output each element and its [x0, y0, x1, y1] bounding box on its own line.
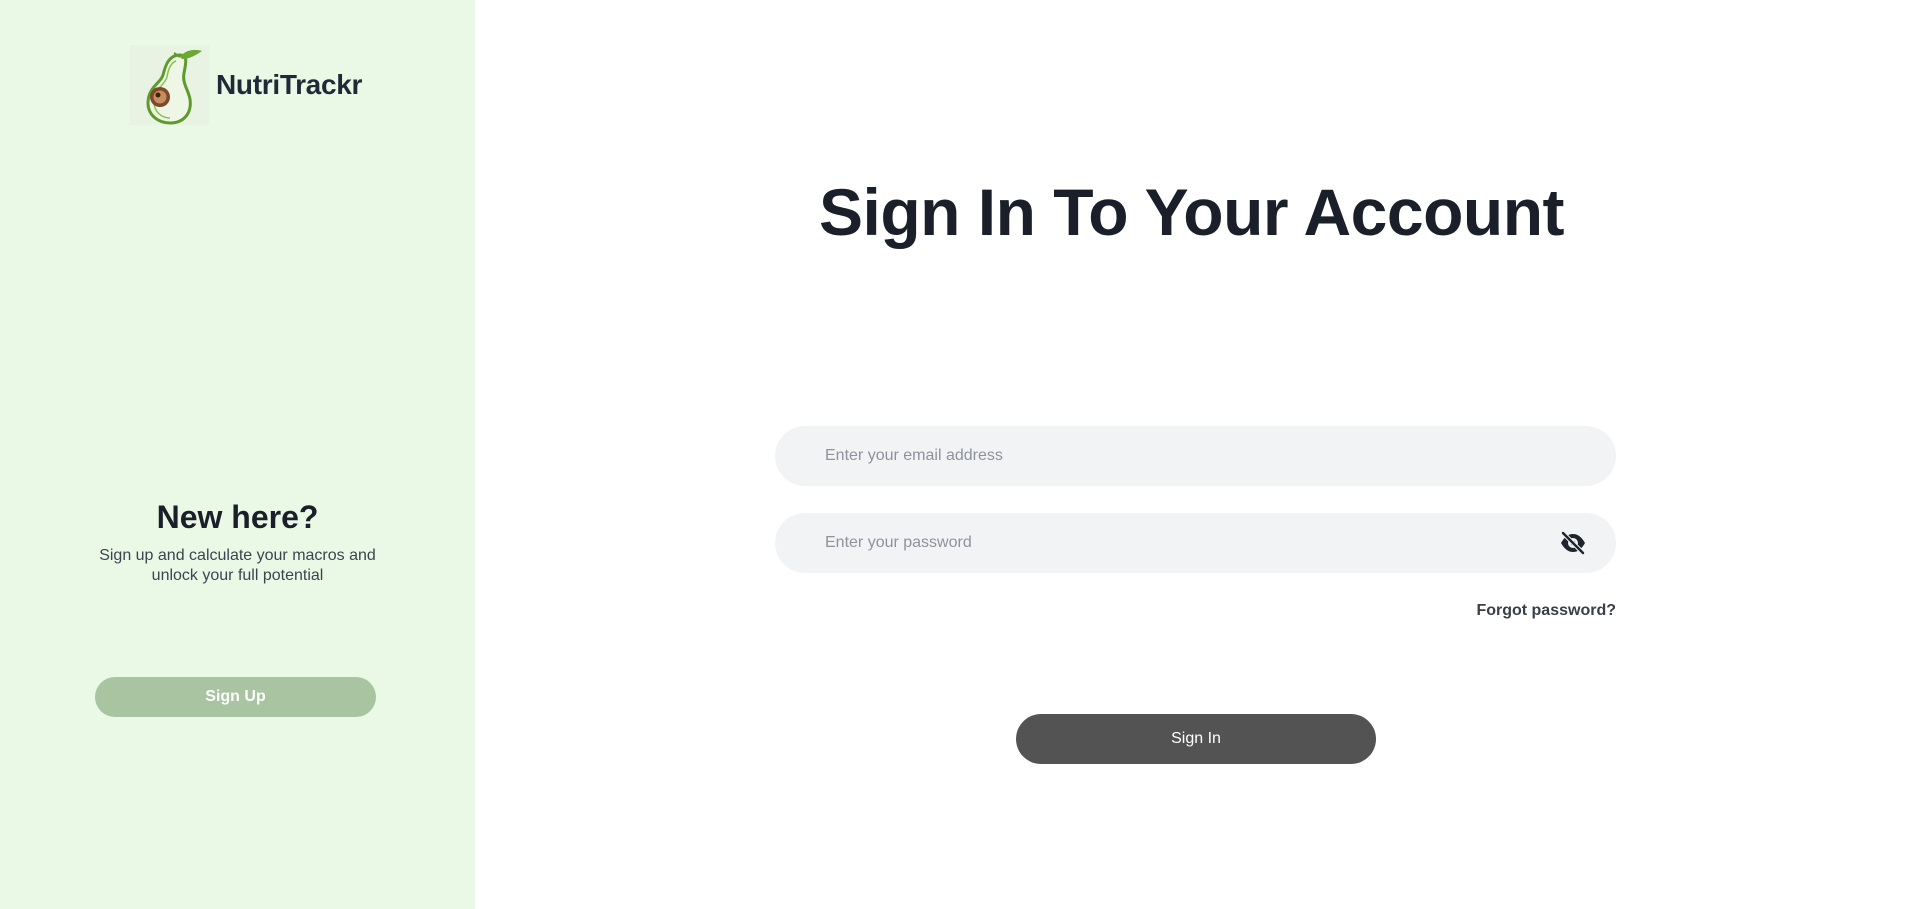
brand-name: NutriTrackr [216, 69, 363, 100]
brand: NutriTrackr [130, 45, 362, 125]
signup-button[interactable]: Sign Up [95, 677, 376, 717]
welcome-title: New here? [156, 499, 319, 535]
left-panel: NutriTrackr New here? Sign up and calcul… [0, 0, 475, 909]
forgot-password-link[interactable]: Forgot password? [1476, 602, 1616, 620]
eye-off-icon[interactable] [1558, 529, 1588, 557]
password-input[interactable] [825, 513, 1525, 573]
sign-in-page: NutriTrackr New here? Sign up and calcul… [0, 0, 1908, 909]
welcome-section: New here? Sign up and calculate your mac… [0, 494, 475, 586]
email-field-container [775, 426, 1616, 486]
password-field-container [775, 513, 1616, 573]
signin-button[interactable]: Sign In [1016, 714, 1376, 764]
page-title: Sign In To Your Account [818, 175, 1565, 249]
welcome-description: Sign up and calculate your macros and un… [99, 547, 376, 584]
avocado-icon [130, 45, 210, 125]
email-input[interactable] [825, 426, 1525, 486]
